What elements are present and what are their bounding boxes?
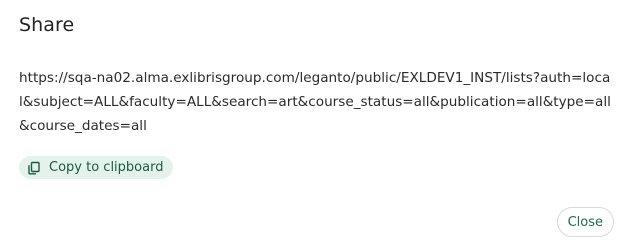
copy-icon (27, 161, 41, 175)
dialog-title: Share (19, 14, 75, 36)
copy-to-clipboard-label: Copy to clipboard (49, 160, 164, 175)
share-url-text: https://sqa-na02.alma.exlibrisgroup.com/… (19, 70, 611, 134)
share-dialog: Share https://sqa-na02.alma.exlibrisgrou… (0, 0, 626, 247)
copy-to-clipboard-button[interactable]: Copy to clipboard (19, 156, 174, 179)
close-button[interactable]: Close (556, 207, 614, 237)
